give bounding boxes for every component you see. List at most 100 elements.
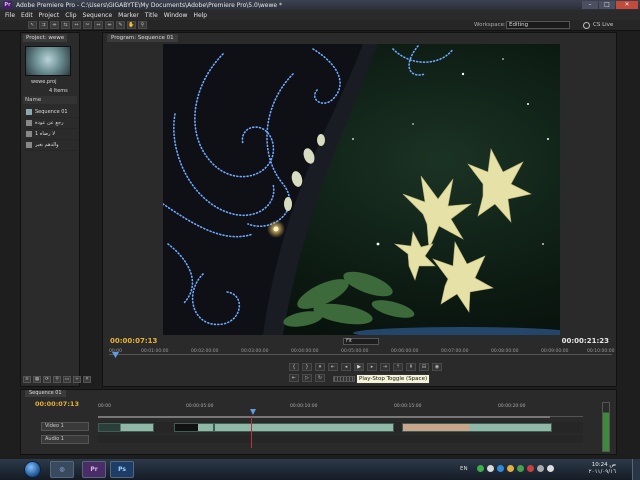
marker-icon[interactable]: ▾ (315, 363, 325, 371)
step-back-icon[interactable]: ◂ (341, 363, 351, 371)
menu-project[interactable]: Project (36, 12, 63, 19)
find-icon[interactable]: ⚲ (53, 376, 61, 383)
play-in-to-out-icon[interactable]: ▷ (302, 374, 312, 382)
rolling-edit-tool-icon[interactable]: ⇆ (61, 21, 70, 29)
work-area-bar[interactable] (98, 416, 550, 418)
close-icon[interactable]: ✕ (616, 1, 638, 9)
menu-edit[interactable]: Edit (18, 12, 36, 19)
audio-clip-icon (26, 142, 32, 148)
play-stop-icon[interactable]: ▶ (354, 363, 364, 371)
program-time-ruler[interactable]: 00:00 00:01:00:00 00:02:00:00 00:03:00:0… (109, 346, 615, 358)
project-column-name[interactable]: Name (23, 96, 77, 104)
program-current-timecode[interactable]: 00:00:07:13 (110, 337, 157, 345)
maximize-icon[interactable]: □ (599, 1, 615, 9)
ruler-tick: 00:10:00:00 (587, 349, 615, 354)
tray-app-icon[interactable] (527, 465, 534, 472)
video-track (98, 422, 583, 433)
go-to-out-icon[interactable]: ⇥ (380, 363, 390, 371)
tray-app-icon[interactable] (487, 465, 494, 472)
list-item[interactable]: Sequence 01 (23, 107, 77, 118)
list-view-icon[interactable]: ≡ (23, 376, 31, 383)
tray-app-icon[interactable] (477, 465, 484, 472)
input-language[interactable]: EN (460, 466, 468, 472)
video-clip[interactable] (402, 423, 552, 432)
cs-live-icon[interactable] (583, 22, 590, 29)
ruler-tick: 00:00:20:00 (498, 404, 526, 409)
go-to-in-icon[interactable]: ⇤ (328, 363, 338, 371)
program-tab[interactable]: Program: Sequence 01 (107, 34, 178, 42)
menu-file[interactable]: File (2, 12, 18, 19)
network-icon[interactable] (537, 465, 544, 472)
step-forward-icon[interactable]: ▸ (367, 363, 377, 371)
start-button-icon[interactable] (24, 461, 41, 478)
trash-icon[interactable]: ✕ (83, 376, 91, 383)
system-tray (477, 465, 554, 472)
minimize-icon[interactable]: – (582, 1, 598, 9)
taskbar-app-browser-icon[interactable]: ◎ (50, 461, 74, 478)
extract-icon[interactable]: ⇞ (406, 363, 416, 371)
timeline-ruler[interactable]: 00:00 00:00:05:00 00:00:10:00 00:00:15:0… (98, 399, 583, 418)
cs-live-label[interactable]: CS Live (593, 22, 613, 28)
taskbar-clock[interactable]: 10:24 ص ٢٠١١/٠٩/١٦ (580, 462, 616, 476)
menu-clip[interactable]: Clip (62, 12, 79, 19)
zoom-tool-icon[interactable]: ⚲ (138, 21, 147, 29)
menu-marker[interactable]: Marker (115, 12, 142, 19)
program-playhead-icon[interactable] (112, 352, 119, 358)
video-track-header[interactable]: Video 1 (41, 422, 89, 431)
taskbar-app-premiere[interactable]: Pr (82, 461, 106, 478)
sequence-tab[interactable]: Sequence 01 (25, 390, 66, 397)
show-desktop-button[interactable] (632, 459, 640, 480)
menu-window[interactable]: Window (161, 12, 191, 19)
program-video-frame[interactable] (163, 44, 560, 335)
ripple-edit-tool-icon[interactable]: ⇹ (50, 21, 59, 29)
timeline-playhead-icon[interactable] (250, 409, 256, 415)
slip-tool-icon[interactable]: ⇔ (94, 21, 103, 29)
video-clip[interactable] (98, 423, 154, 432)
go-to-prev-edit-icon[interactable]: ⇤ (289, 374, 299, 382)
timeline-current-timecode[interactable]: 00:00:07:13 (35, 400, 79, 408)
zoom-level-select[interactable]: Fit (343, 338, 379, 345)
list-item[interactable]: رجع عن عودة (23, 118, 77, 129)
slide-tool-icon[interactable]: ⇎ (105, 21, 114, 29)
automate-icon[interactable]: ⟳ (43, 376, 51, 383)
audio-track-header[interactable]: Audio 1 (41, 435, 89, 444)
menu-sequence[interactable]: Sequence (80, 12, 116, 19)
tray-app-icon[interactable] (497, 465, 504, 472)
windows-taskbar: ◎ Pr Ps EN 10:24 ص ٢٠١١/٠٩/١٦ (0, 459, 640, 480)
rate-stretch-tool-icon[interactable]: ↔ (72, 21, 81, 29)
menu-help[interactable]: Help (190, 12, 210, 19)
new-item-icon[interactable]: + (73, 376, 81, 383)
menu-title[interactable]: Title (142, 12, 161, 19)
tray-app-icon[interactable] (517, 465, 524, 472)
set-out-icon[interactable]: } (302, 363, 312, 371)
taskbar-app-photoshop[interactable]: Ps (110, 461, 134, 478)
video-clip[interactable] (214, 423, 394, 432)
list-item[interactable]: لا رضاه 1 (23, 129, 77, 140)
volume-icon[interactable] (547, 465, 554, 472)
tray-app-icon[interactable] (507, 465, 514, 472)
jog-shuttle[interactable] (333, 376, 355, 382)
set-in-icon[interactable]: { (289, 363, 299, 371)
audio-clip-icon (26, 120, 32, 126)
project-tab[interactable]: Project: wewe (23, 34, 68, 42)
selection-tool-icon[interactable]: ↖ (28, 21, 37, 29)
lift-icon[interactable]: ⇡ (393, 363, 403, 371)
video-clip[interactable] (174, 423, 214, 432)
hand-tool-icon[interactable]: ✋ (127, 21, 136, 29)
workspace-select[interactable]: Editing (506, 21, 570, 29)
pen-tool-icon[interactable]: ✎ (116, 21, 125, 29)
track-select-tool-icon[interactable]: ⇉ (39, 21, 48, 29)
project-file-name: wewe.proj (31, 79, 57, 85)
icon-view-icon[interactable]: ▦ (33, 376, 41, 383)
loop-icon[interactable]: ↻ (315, 374, 325, 382)
export-frame-icon[interactable]: ◉ (432, 363, 442, 371)
ruler-tick: 00:00:15:00 (394, 404, 422, 409)
workspace-label: Workspace: (474, 22, 506, 28)
trim-monitor-icon[interactable]: ⊟ (419, 363, 429, 371)
program-duration-timecode: 00:00:21:23 (561, 337, 609, 345)
project-footer: ≡ ▦ ⟳ ⚲ ▭ + ✕ (23, 376, 91, 383)
new-bin-icon[interactable]: ▭ (63, 376, 71, 383)
play-stop-tooltip: Play-Stop Toggle (Space) (356, 374, 431, 384)
razor-tool-icon[interactable]: ✂ (83, 21, 92, 29)
list-item[interactable]: والدهم بغير (23, 140, 77, 151)
